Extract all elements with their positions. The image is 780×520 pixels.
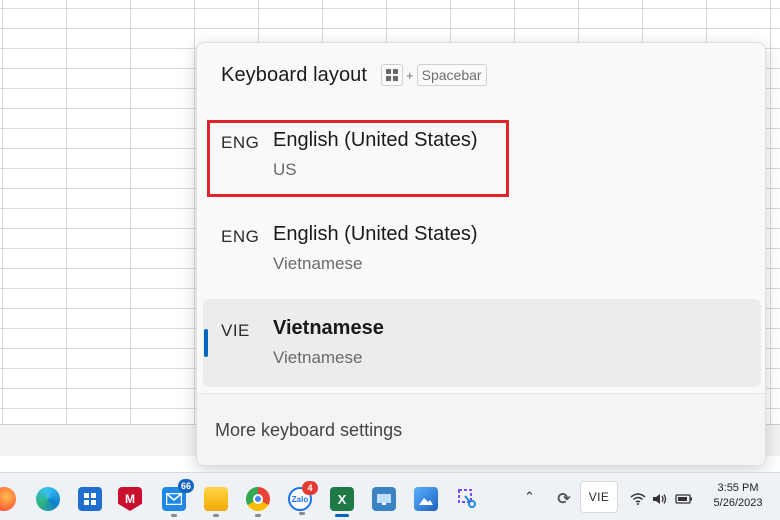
mail-badge: 66: [177, 479, 194, 493]
selected-indicator: [204, 329, 208, 357]
language-indicator[interactable]: VIE: [580, 481, 618, 513]
photos-icon[interactable]: [414, 487, 438, 511]
layout-name: Vietnamese: [273, 317, 384, 339]
layout-variant: Vietnamese: [273, 254, 363, 273]
battery-icon[interactable]: [672, 487, 696, 511]
layout-code: ENG: [221, 133, 260, 152]
chrome-icon[interactable]: [246, 487, 270, 517]
snipping-tool-icon[interactable]: [456, 487, 480, 511]
system-tray: ⌃: [524, 473, 535, 520]
running-indicator: [299, 512, 305, 515]
volume-icon[interactable]: [648, 487, 672, 511]
store-icon[interactable]: [78, 487, 102, 511]
keyboard-shortcut-hint: + Spacebar: [381, 64, 487, 86]
running-indicator: [171, 514, 177, 517]
more-keyboard-settings-link[interactable]: More keyboard settings: [215, 420, 402, 441]
flyout-title: Keyboard layout: [221, 63, 368, 86]
flyout-header: Keyboard layout + Spacebar: [221, 61, 745, 89]
clock-date: 5/26/2023: [713, 497, 763, 509]
mcafee-icon[interactable]: M: [118, 487, 142, 511]
zalo-badge: 4: [302, 481, 318, 495]
running-indicator: [255, 514, 261, 517]
layout-variant: Vietnamese: [273, 348, 363, 367]
remote-desktop-icon[interactable]: [372, 487, 396, 511]
keyboard-layout-flyout: Keyboard layout + Spacebar ENG English (…: [196, 42, 766, 466]
windows-key-icon: [381, 64, 404, 86]
chevron-up-icon[interactable]: ⌃: [524, 489, 535, 505]
spacebar-key: Spacebar: [416, 64, 487, 86]
layout-option-eng-us[interactable]: ENG English (United States) US: [203, 111, 761, 199]
layout-name: English (United States): [273, 223, 478, 245]
layout-variant: US: [273, 160, 297, 179]
clock-time: 3:55 PM: [717, 482, 759, 494]
running-indicator: [213, 514, 219, 517]
edge-icon[interactable]: [36, 487, 60, 511]
layout-option-eng-vietnamese[interactable]: ENG English (United States) Vietnamese: [203, 205, 761, 293]
layout-name: English (United States): [273, 129, 478, 151]
firefox-icon[interactable]: [0, 487, 16, 511]
sync-icon[interactable]: ⟳: [552, 487, 576, 511]
active-indicator: [335, 514, 349, 517]
excel-icon[interactable]: X: [330, 487, 354, 517]
flyout-footer: More keyboard settings: [197, 393, 765, 465]
layout-code: ENG: [221, 227, 260, 246]
mail-icon[interactable]: 66: [162, 479, 194, 517]
taskbar: M 66 Zalo 4 X ⌃ ⟳ VIE 3:55 PM 5/26/2023: [0, 472, 780, 520]
clock[interactable]: 3:55 PM 5/26/2023: [704, 481, 772, 511]
layout-option-vie-vietnamese[interactable]: VIE Vietnamese Vietnamese: [203, 299, 761, 387]
layout-code: VIE: [221, 321, 250, 340]
shortcut-plus: +: [406, 67, 414, 83]
file-explorer-icon[interactable]: [204, 487, 228, 517]
wifi-icon[interactable]: [626, 487, 650, 511]
zalo-icon[interactable]: Zalo 4: [288, 481, 318, 515]
